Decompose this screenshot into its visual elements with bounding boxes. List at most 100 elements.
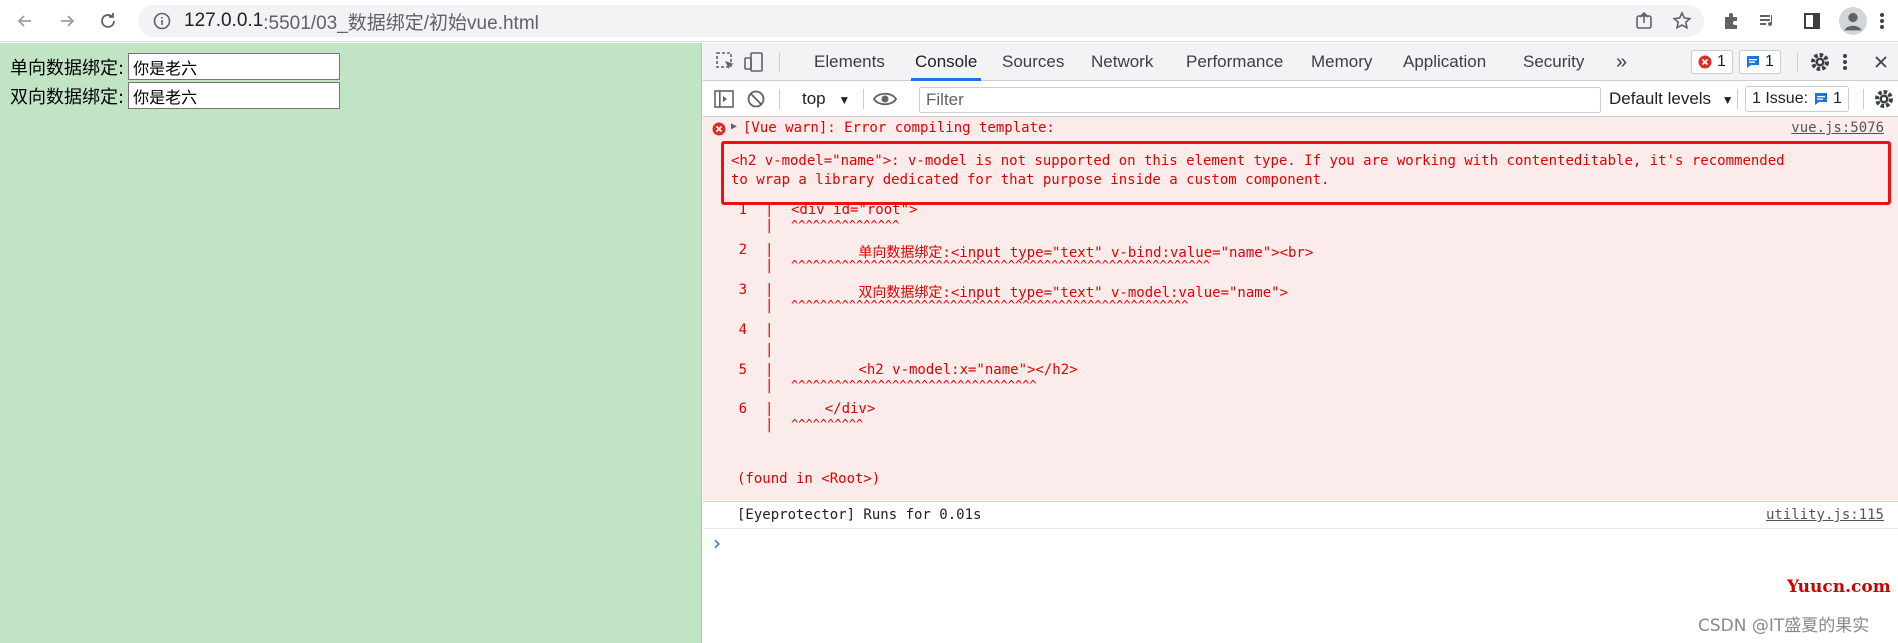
code-pipe: | — [765, 362, 774, 378]
code-pipe: | — [765, 258, 774, 274]
tab-divider — [779, 52, 780, 72]
sidebar-toggle-icon[interactable] — [713, 88, 735, 110]
settings-icon[interactable] — [1809, 51, 1831, 73]
devtools-panel: Elements Console Sources Network Perform… — [703, 43, 1898, 643]
code-pipe: | — [765, 298, 774, 314]
share-icon[interactable] — [1634, 11, 1654, 31]
eye-icon[interactable] — [873, 88, 897, 110]
line-number: 1 — [738, 202, 747, 218]
message-icon — [1747, 56, 1759, 68]
caret-down-icon: ▼ — [1721, 93, 1734, 107]
playlist-icon — [1760, 15, 1773, 27]
menu-button[interactable] — [1874, 8, 1890, 34]
error-badge[interactable]: 1 — [1691, 50, 1733, 74]
avatar-icon — [1839, 7, 1867, 35]
tab-performance[interactable]: Performance — [1186, 43, 1283, 81]
filter-divider-3 — [1737, 89, 1738, 109]
two-way-input[interactable] — [128, 82, 341, 109]
console-log-row: [Eyeprotector] Runs for 0.01s utility.js… — [703, 503, 1898, 529]
tab-application[interactable]: Application — [1403, 43, 1486, 81]
tab-console[interactable]: Console — [911, 43, 982, 81]
code-caret: ^^^^^^^^^^^^^^^^^^^^^^^^^^^^^^^^^^^^^^^^… — [791, 258, 1211, 272]
line-number: 5 — [738, 362, 747, 378]
error-count: 1 — [1717, 53, 1726, 70]
one-way-label: 单向数据绑定: — [10, 57, 125, 79]
filter-input[interactable]: Filter — [919, 87, 1601, 113]
close-icon[interactable] — [1873, 51, 1889, 73]
code-pipe: | — [765, 378, 774, 394]
context-selector[interactable]: top ▼ — [802, 81, 850, 117]
browser-toolbar: 127.0.0.1:5501/03_数据绑定/初始vue.html — [0, 0, 1898, 42]
error-icon — [712, 122, 726, 136]
extensions-button[interactable] — [1718, 8, 1744, 34]
tab-sources[interactable]: Sources — [1002, 43, 1064, 81]
code-pipe: | — [765, 322, 774, 338]
code-pipe: | — [765, 342, 774, 358]
vue-warn-message: ▶ [Vue warn]: Error compiling template: … — [703, 117, 1898, 502]
line-number: 4 — [738, 322, 747, 338]
line-number: 3 — [738, 282, 747, 298]
warn-source-link[interactable]: vue.js:5076 — [1791, 120, 1884, 136]
tab-memory[interactable]: Memory — [1311, 43, 1372, 81]
back-button[interactable] — [8, 4, 42, 38]
log-source-link[interactable]: utility.js:115 — [1766, 507, 1884, 523]
side-panel-button[interactable] — [1799, 8, 1825, 34]
code-pipe: | — [765, 218, 774, 234]
arrow-left-icon — [17, 15, 31, 27]
tab-elements[interactable]: Elements — [814, 43, 885, 81]
media-button[interactable] — [1755, 8, 1781, 34]
site-watermark: Yuucn.com — [1787, 577, 1891, 597]
message-count: 1 — [1765, 53, 1774, 70]
forward-button[interactable] — [50, 4, 84, 38]
two-way-row: 双向数据绑定: — [10, 82, 341, 109]
code-pipe: | — [765, 202, 774, 218]
devtools-tab-bar: Elements Console Sources Network Perform… — [703, 43, 1898, 81]
more-options-icon[interactable] — [1841, 51, 1849, 73]
issues-count: 1 — [1833, 90, 1842, 107]
more-tabs-button[interactable]: » — [1616, 43, 1627, 81]
tab-security[interactable]: Security — [1523, 43, 1584, 81]
tab-network[interactable]: Network — [1091, 43, 1153, 81]
context-value: top — [802, 89, 826, 108]
reload-button[interactable] — [91, 4, 125, 38]
one-way-input[interactable] — [128, 53, 341, 80]
two-way-label: 双向数据绑定: — [10, 86, 125, 108]
side-panel-icon — [1804, 13, 1820, 29]
warn-header: [Vue warn]: Error compiling template: — [743, 120, 1055, 136]
inspect-icon[interactable] — [715, 51, 737, 73]
issues-button[interactable]: 1 Issue: 1 — [1745, 86, 1849, 112]
one-way-row: 单向数据绑定: — [10, 53, 341, 80]
star-icon[interactable] — [1672, 11, 1692, 31]
code-line: <div id="root"> — [791, 202, 918, 218]
log-levels-dropdown[interactable]: Default levels ▼ — [1609, 81, 1734, 117]
code-caret: ^^^^^^^^^^ — [791, 417, 864, 431]
issues-label: 1 Issue: — [1752, 90, 1809, 107]
puzzle-icon — [1725, 13, 1737, 29]
profile-button[interactable] — [1838, 6, 1868, 36]
code-pipe: | — [765, 242, 774, 258]
more-vert-icon — [1880, 13, 1884, 29]
log-message: [Eyeprotector] Runs for 0.01s — [737, 507, 982, 523]
info-icon[interactable] — [152, 11, 172, 31]
code-pipe: | — [765, 282, 774, 298]
console-output: ▶ [Vue warn]: Error compiling template: … — [703, 117, 1898, 643]
console-settings-icon[interactable] — [1873, 88, 1895, 110]
console-prompt[interactable]: › — [713, 531, 721, 555]
line-number: 6 — [738, 401, 747, 417]
issue-message-icon — [1815, 93, 1828, 105]
caret-down-icon: ▼ — [838, 93, 851, 107]
clear-console-icon[interactable] — [745, 88, 767, 110]
code-caret: ^^^^^^^^^^^^^^^ — [791, 218, 900, 232]
expand-triangle-icon[interactable]: ▶ — [731, 121, 737, 132]
found-in-root: (found in <Root>) — [737, 471, 881, 487]
author-watermark: CSDN @IT盛夏的果实 — [1698, 616, 1870, 636]
device-toolbar-icon[interactable] — [743, 51, 765, 73]
line-number: 2 — [738, 242, 747, 258]
address-bar[interactable]: 127.0.0.1:5501/03_数据绑定/初始vue.html — [138, 5, 1704, 37]
url-path: :5501/03_数据绑定/初始vue.html — [263, 12, 539, 34]
message-badge[interactable]: 1 — [1739, 50, 1781, 74]
filter-divider — [779, 89, 780, 109]
levels-value: Default levels — [1609, 89, 1712, 108]
console-toolbar: top ▼ Filter Default levels ▼ 1 Issue: 1 — [703, 81, 1898, 117]
page-viewport: 单向数据绑定: 双向数据绑定: — [0, 43, 702, 643]
